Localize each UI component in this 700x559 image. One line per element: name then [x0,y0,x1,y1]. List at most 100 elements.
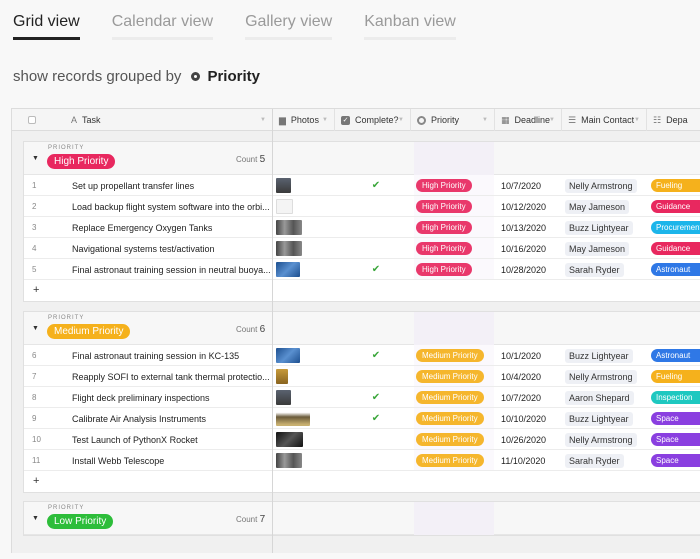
photo-thumbnail[interactable] [276,432,303,447]
contact-cell[interactable]: Sarah Ryder [565,450,655,471]
plus-icon[interactable]: + [33,475,39,487]
photo-cell[interactable] [276,175,336,196]
task-cell[interactable]: Set up propellant transfer lines [72,175,272,196]
contact-cell[interactable]: Nelly Armstrong [565,366,655,387]
priority-cell[interactable]: High Priority [414,175,494,195]
priority-cell[interactable]: Medium Priority [414,366,494,386]
table-row[interactable]: 7 Reapply SOFI to external tank thermal p… [24,366,700,387]
table-row[interactable]: 8 Flight deck preliminary inspections ✔ Med… [24,387,700,408]
table-row[interactable]: 11 Install Webb Telescope Medium Priority 1… [24,450,700,471]
department-cell[interactable]: Space [651,429,700,450]
priority-cell[interactable]: Medium Priority [414,345,494,365]
table-row[interactable]: 1 Set up propellant transfer lines ✔ High P… [24,175,700,196]
complete-cell[interactable]: ✔ [336,259,416,280]
priority-cell[interactable]: High Priority [414,217,494,237]
priority-cell[interactable]: High Priority [414,259,494,279]
complete-cell[interactable] [336,366,416,387]
photo-cell[interactable] [276,429,336,450]
deadline-cell[interactable]: 10/13/2020 [501,217,561,238]
chevron-down-icon[interactable]: ▼ [634,117,640,123]
tab-kanban-view[interactable]: Kanban view [364,13,456,40]
deadline-cell[interactable]: 10/7/2020 [501,175,561,196]
chevron-down-icon[interactable]: ▼ [398,117,404,123]
photo-thumbnail[interactable] [276,241,302,256]
column-header-department[interactable]: ☷ Depa [647,109,700,131]
complete-cell[interactable]: ✔ [336,408,416,429]
department-cell[interactable]: Guidance [651,196,700,217]
table-row[interactable]: 10 Test Launch of PythonX Rocket Medium Pr… [24,429,700,450]
photo-cell[interactable] [276,238,336,259]
task-cell[interactable]: Reapply SOFI to external tank thermal pr… [72,366,272,387]
table-row[interactable]: 4 Navigational systems test/activation Hig… [24,238,700,259]
complete-cell[interactable] [336,450,416,471]
department-cell[interactable]: Space [651,450,700,471]
task-cell[interactable]: Load backup flight system software into … [72,196,272,217]
department-cell[interactable]: Guidance [651,238,700,259]
department-cell[interactable]: Astronaut [651,345,700,366]
tab-gallery-view[interactable]: Gallery view [245,13,333,40]
chevron-down-icon[interactable]: ▼ [549,117,555,123]
task-cell[interactable]: Flight deck preliminary inspections [72,387,272,408]
department-cell[interactable]: Fueling [651,366,700,387]
deadline-cell[interactable]: 10/10/2020 [501,408,561,429]
add-record-row[interactable]: + [24,471,700,492]
department-cell[interactable]: Fueling [651,175,700,196]
add-record-row[interactable]: + [24,280,700,301]
frozen-column-divider[interactable] [272,109,273,553]
photo-thumbnail[interactable] [276,453,302,468]
contact-cell[interactable]: Nelly Armstrong [565,429,655,450]
deadline-cell[interactable]: 10/16/2020 [501,238,561,259]
deadline-cell[interactable]: 10/12/2020 [501,196,561,217]
tab-grid-view[interactable]: Grid view [13,13,80,40]
table-row[interactable]: 6 Final astronaut training session in KC-… [24,345,700,366]
task-cell[interactable]: Test Launch of PythonX Rocket [72,429,272,450]
department-cell[interactable]: Astronaut [651,259,700,280]
department-cell[interactable]: Procurement [651,217,700,238]
group-header[interactable]: PRIORITY ▼ Low Priority Count 7 [24,502,700,535]
table-row[interactable]: 2 Load backup flight system software into… [24,196,700,217]
contact-cell[interactable]: Aaron Shepard [565,387,655,408]
contact-cell[interactable]: Buzz Lightyear [565,217,655,238]
photo-cell[interactable] [276,387,336,408]
column-header-complete[interactable]: ✓ Complete? ▼ [335,109,411,131]
priority-cell[interactable]: High Priority [414,238,494,258]
task-cell[interactable]: Install Webb Telescope [72,450,272,471]
priority-cell[interactable]: Medium Priority [414,450,494,470]
contact-cell[interactable]: Buzz Lightyear [565,345,655,366]
contact-cell[interactable]: May Jameson [565,196,655,217]
task-cell[interactable]: Final astronaut training session in neut… [72,259,272,280]
collapse-triangle-icon[interactable]: ▼ [32,155,39,162]
contact-cell[interactable]: Sarah Ryder [565,259,655,280]
task-cell[interactable]: Calibrate Air Analysis Instruments [72,408,272,429]
column-header-main-contact[interactable]: ☰ Main Contact ▼ [562,109,647,131]
photo-cell[interactable] [276,450,336,471]
photo-cell[interactable] [276,345,336,366]
table-row[interactable]: 9 Calibrate Air Analysis Instruments ✔ Medi… [24,408,700,429]
photo-thumbnail[interactable] [276,262,300,277]
task-cell[interactable]: Navigational systems test/activation [72,238,272,259]
group-by-field[interactable]: Priority [207,68,260,85]
deadline-cell[interactable]: 10/7/2020 [501,387,561,408]
collapse-triangle-icon[interactable]: ▼ [32,325,39,332]
group-header[interactable]: PRIORITY ▼ High Priority Count 5 [24,142,700,175]
deadline-cell[interactable]: 10/4/2020 [501,366,561,387]
photo-thumbnail[interactable] [276,348,300,363]
chevron-down-icon[interactable]: ▼ [482,117,488,123]
complete-cell[interactable] [336,196,416,217]
photo-thumbnail[interactable] [276,390,291,405]
complete-cell[interactable]: ✔ [336,345,416,366]
contact-cell[interactable]: May Jameson [565,238,655,259]
deadline-cell[interactable]: 10/1/2020 [501,345,561,366]
complete-cell[interactable] [336,429,416,450]
contact-cell[interactable]: Buzz Lightyear [565,408,655,429]
group-header[interactable]: PRIORITY ▼ Medium Priority Count 6 [24,312,700,345]
photo-cell[interactable] [276,196,336,217]
photo-cell[interactable] [276,366,336,387]
task-cell[interactable]: Replace Emergency Oxygen Tanks [72,217,272,238]
collapse-triangle-icon[interactable]: ▼ [32,515,39,522]
photo-thumbnail[interactable] [276,369,288,384]
select-all-checkbox[interactable] [28,116,36,124]
deadline-cell[interactable]: 11/10/2020 [501,450,561,471]
deadline-cell[interactable]: 10/26/2020 [501,429,561,450]
priority-cell[interactable]: High Priority [414,196,494,216]
